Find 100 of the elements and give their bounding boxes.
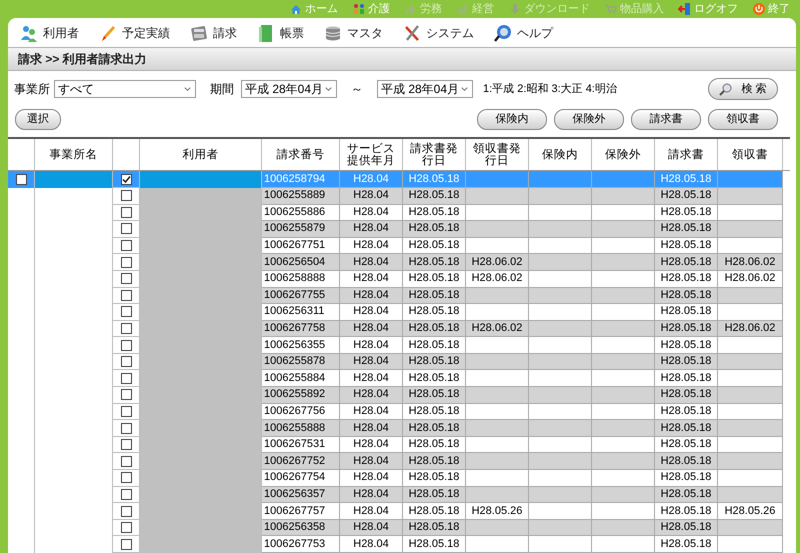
table-cell: 1006267758 (262, 320, 340, 338)
table-cell (718, 171, 783, 188)
checkbox[interactable] (120, 256, 132, 268)
menu-item[interactable]: 帳票 (280, 24, 304, 42)
table-cell: H28.05.18 (655, 254, 718, 271)
column-header[interactable]: 保険外 (605, 148, 641, 161)
column-header[interactable]: 請求書発行日 (408, 142, 460, 167)
checkbox[interactable] (120, 538, 132, 550)
table-cell: 1006267531 (262, 436, 340, 454)
table-cell (529, 520, 592, 536)
print-button[interactable]: 請求書 (631, 109, 701, 130)
search-button[interactable]: 検 索 (708, 78, 778, 100)
table-cell: H28.04 (340, 503, 403, 520)
column-header[interactable]: 請求書 (668, 148, 704, 161)
checkbox[interactable] (16, 174, 26, 186)
checkbox[interactable] (120, 290, 132, 301)
table-cell (592, 238, 655, 254)
checkbox[interactable] (120, 389, 132, 400)
menu-item[interactable]: マスタ (347, 24, 383, 42)
table-cell (466, 238, 529, 254)
checkbox[interactable] (120, 439, 132, 450)
column-header[interactable]: サービス提供年月 (346, 142, 396, 167)
table-cell (529, 188, 592, 205)
table-cell (529, 420, 592, 437)
house-icon[interactable] (289, 2, 303, 16)
checkbox[interactable] (120, 306, 132, 318)
table-cell: 1006267757 (262, 503, 340, 520)
database-icon[interactable] (324, 24, 342, 42)
dropdown[interactable]: 平成 28年04月 (241, 80, 337, 98)
table-cell: H28.04 (340, 404, 403, 420)
checkbox[interactable] (120, 223, 132, 234)
column-header[interactable]: 事業所名 (50, 148, 98, 161)
dropdown[interactable]: 平成 28年04月 (377, 80, 473, 98)
table-cell (466, 354, 529, 370)
print-button[interactable]: 保険外 (554, 109, 624, 130)
table-cell: 1006255892 (262, 387, 340, 404)
table-cell (466, 304, 529, 321)
select-button[interactable]: 選択 (15, 109, 61, 130)
checkbox[interactable] (120, 472, 132, 484)
tools-icon[interactable] (403, 24, 421, 42)
magnifier-globe-icon[interactable] (494, 24, 512, 42)
checkbox[interactable] (120, 340, 132, 351)
table-cell: H28.05.18 (403, 171, 466, 188)
table-cell: H28.05.18 (403, 436, 466, 454)
column-header[interactable]: 領収書 (732, 148, 768, 161)
column-header[interactable]: 保険内 (542, 148, 578, 161)
table-cell: H28.05.18 (403, 470, 466, 487)
table-cell (592, 304, 655, 321)
column-header[interactable]: 利用者 (182, 148, 218, 161)
search-icon (719, 82, 734, 96)
table-cell: H28.04 (340, 436, 403, 454)
checkbox[interactable] (120, 240, 132, 252)
checkbox[interactable] (120, 322, 132, 334)
checkbox[interactable] (120, 488, 132, 500)
power-icon[interactable] (752, 2, 766, 16)
table-cell: H28.05.18 (403, 204, 466, 222)
checkbox[interactable] (120, 273, 132, 284)
menu-item[interactable]: システム (426, 24, 474, 42)
people-icon[interactable] (20, 24, 38, 42)
table-cell: H28.05.18 (403, 354, 466, 370)
checkbox[interactable] (120, 356, 132, 368)
calculator-icon[interactable] (190, 24, 208, 42)
column-header[interactable]: 請求番号 (276, 148, 324, 161)
table-cell: H28.05.18 (655, 238, 718, 254)
checkbox[interactable] (120, 456, 132, 467)
table-cell (466, 536, 529, 553)
checkbox[interactable] (120, 372, 132, 384)
checkbox[interactable] (120, 174, 132, 185)
table-cell (718, 387, 783, 404)
menu-item[interactable]: ヘルプ (517, 24, 553, 42)
pencil-icon[interactable] (99, 24, 117, 42)
table-cell: H28.05.18 (655, 304, 718, 321)
book-icon[interactable] (257, 24, 275, 42)
table-cell (529, 404, 592, 420)
checkbox[interactable] (120, 190, 132, 202)
checkbox[interactable] (120, 506, 132, 517)
table-cell: 1006255878 (262, 354, 340, 370)
table-cell (466, 436, 529, 454)
print-button[interactable]: 領収書 (708, 109, 778, 130)
checkbox[interactable] (120, 206, 132, 218)
table-cell: H28.05.18 (403, 304, 466, 321)
table-cell: H28.04 (340, 453, 403, 470)
field-label: 期間 (210, 81, 234, 98)
checkbox[interactable] (120, 522, 132, 534)
table-cell: H28.04 (340, 304, 403, 321)
table-cell: H28.04 (340, 536, 403, 553)
menu-item[interactable]: 請求 (213, 24, 237, 42)
people-icon[interactable] (352, 2, 366, 16)
print-button[interactable]: 保険内 (477, 109, 547, 130)
dropdown[interactable]: すべて (54, 80, 196, 98)
table-cell: H28.05.18 (655, 370, 718, 388)
menu-item[interactable]: 予定実績 (122, 24, 170, 42)
checkbox[interactable] (120, 422, 132, 434)
checkbox[interactable] (120, 406, 132, 417)
table-cell (592, 486, 655, 504)
column-header[interactable]: 領収書発行日 (471, 142, 523, 167)
table-cell (466, 420, 529, 437)
table-cell: H28.04 (340, 470, 403, 487)
table-cell: H28.05.18 (655, 188, 718, 205)
menu-item[interactable]: 利用者 (43, 24, 79, 42)
